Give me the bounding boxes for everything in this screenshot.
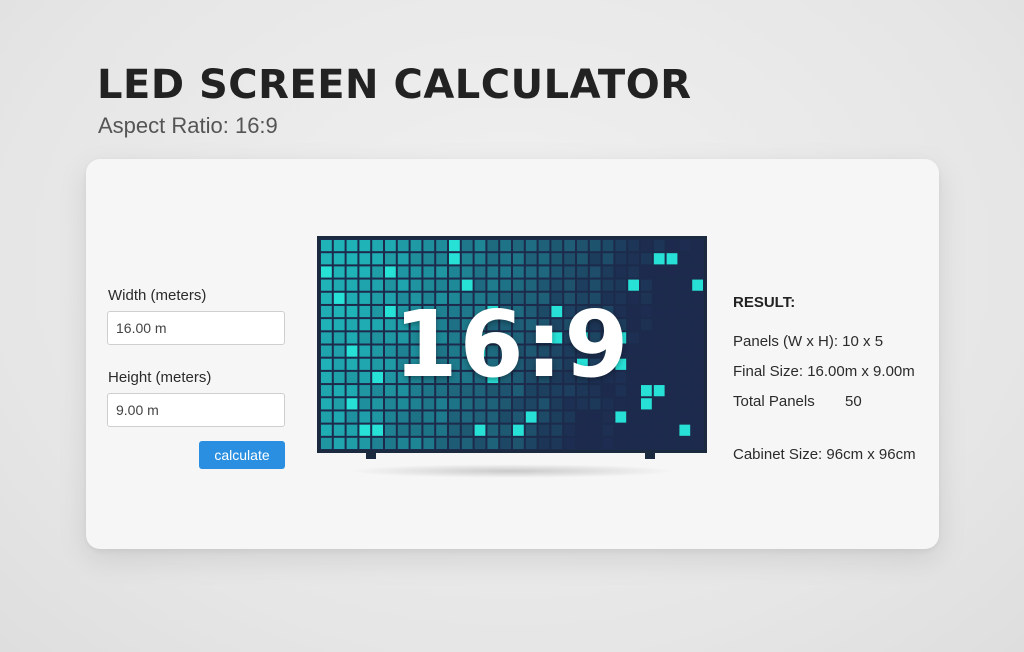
screen-shadow — [347, 464, 677, 478]
page: LED SCREEN CALCULATOR Aspect Ratio: 16:9… — [0, 0, 1024, 652]
screen-foot-left — [366, 453, 376, 459]
height-label: Height (meters) — [108, 369, 212, 386]
calculator-card: Width (meters) Height (meters) calculate… — [86, 159, 939, 549]
height-input[interactable] — [107, 393, 285, 427]
width-label: Width (meters) — [108, 287, 207, 304]
result-final-size: Final Size: 16.00m x 9.00m — [733, 363, 915, 380]
result-panels: Panels (W x H): 10 x 5 — [733, 333, 884, 350]
calculate-button[interactable]: calculate — [199, 441, 285, 469]
result-total-label: Total Panels — [733, 393, 815, 410]
led-screen: 16:9 — [317, 236, 707, 453]
result-title: RESULT: — [733, 294, 796, 311]
width-input[interactable] — [107, 311, 285, 345]
screen-foot-right — [645, 453, 655, 459]
led-screen-preview: 16:9 — [317, 236, 707, 478]
page-title: LED SCREEN CALCULATOR — [97, 62, 692, 108]
result-total-value: 50 — [845, 393, 862, 410]
ratio-display: 16:9 — [393, 291, 631, 398]
aspect-ratio-subtitle: Aspect Ratio: 16:9 — [98, 113, 278, 138]
result-cabinet-size: Cabinet Size: 96cm x 96cm — [733, 446, 916, 463]
